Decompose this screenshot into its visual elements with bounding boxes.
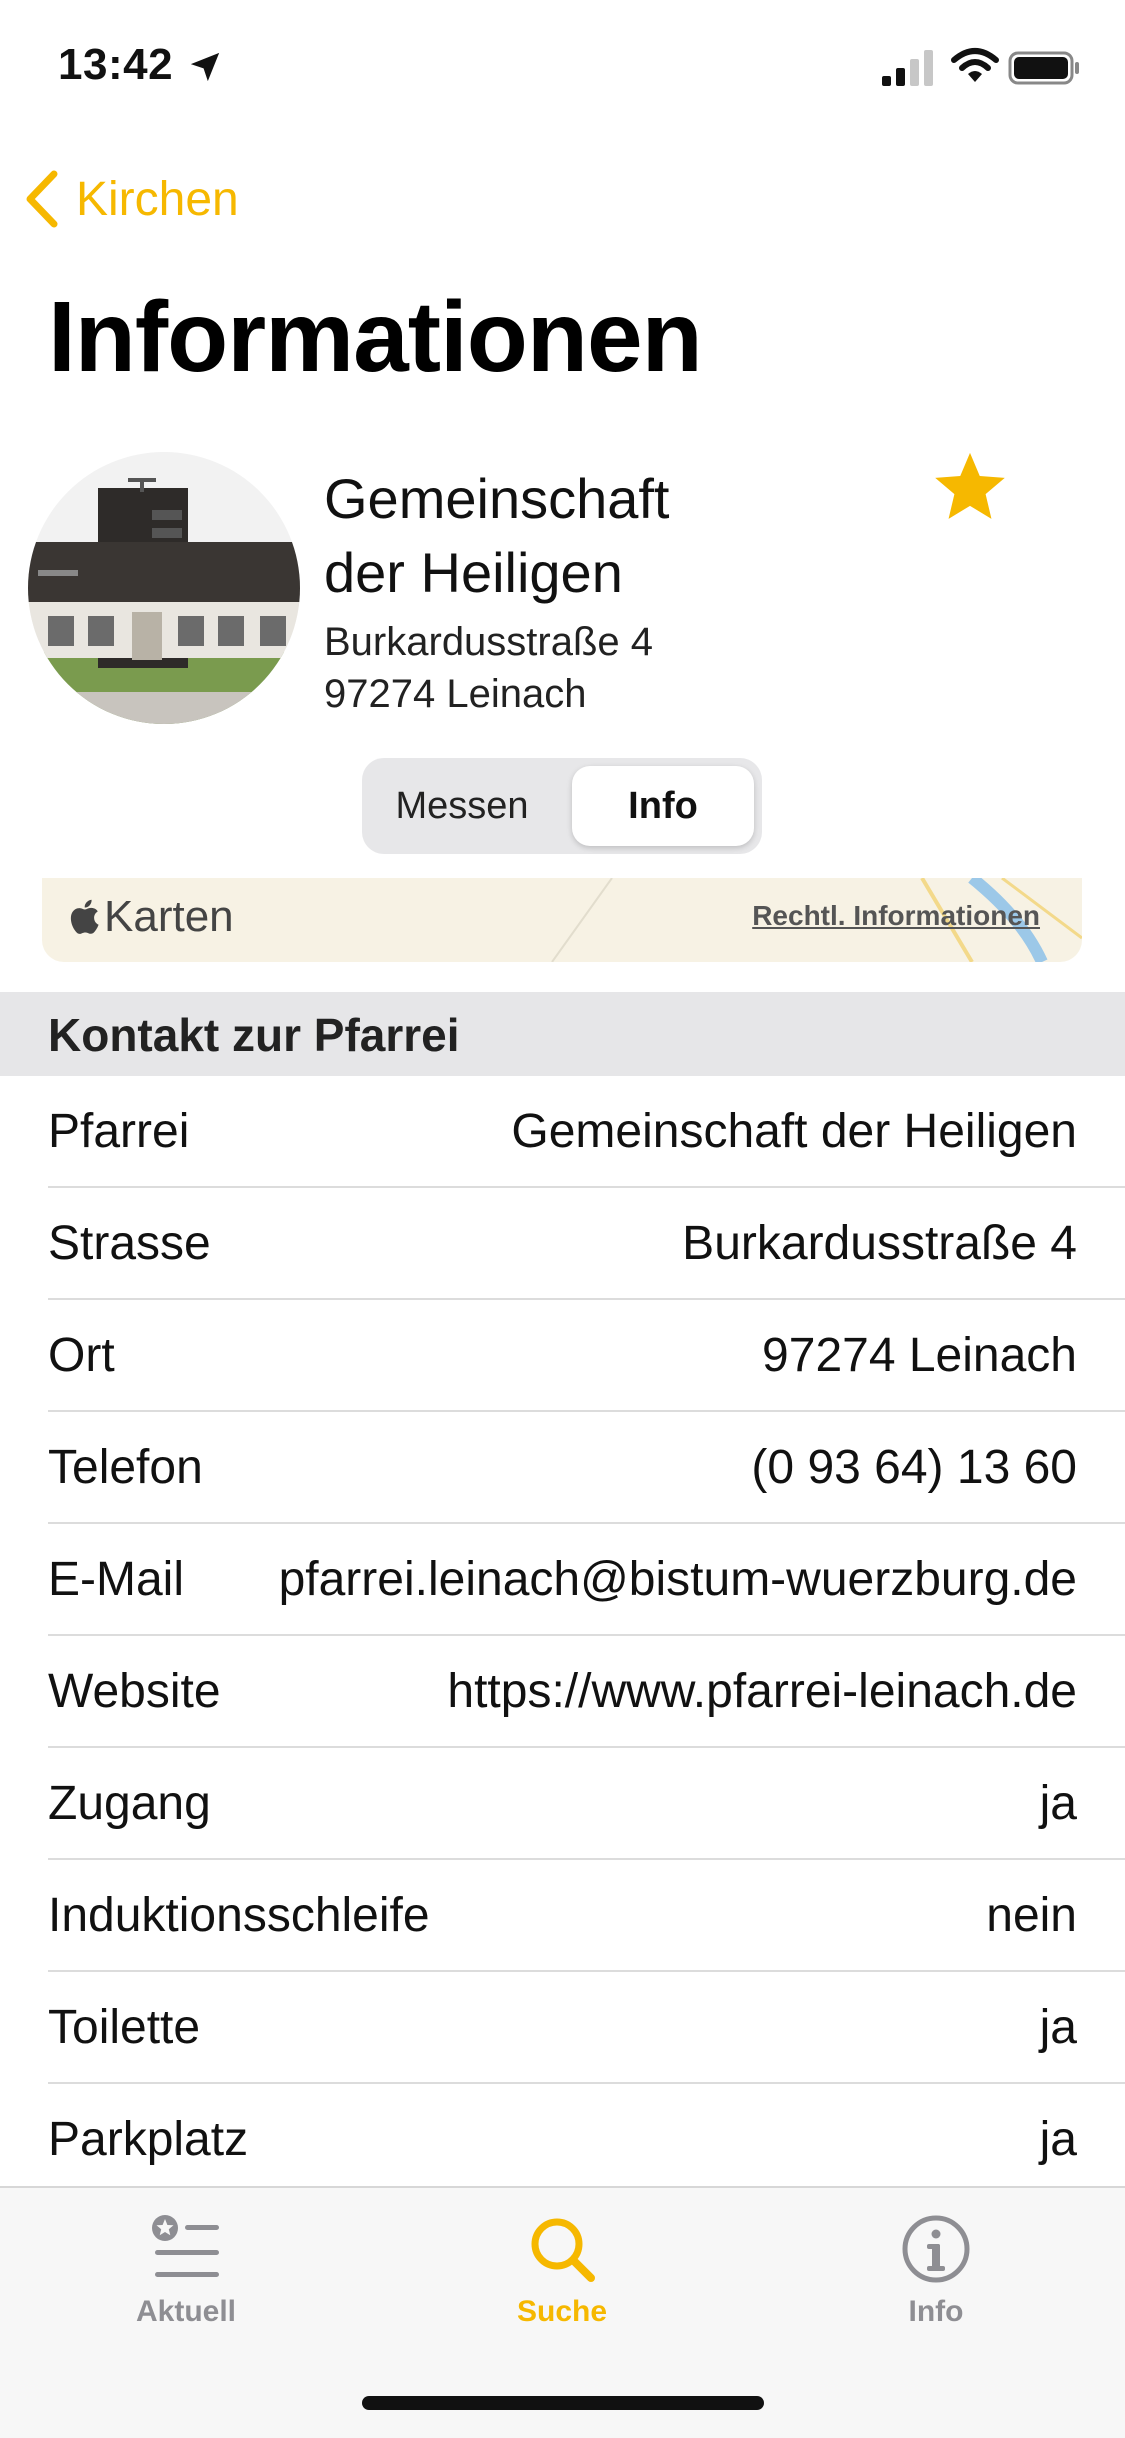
chevron-left-icon <box>26 170 58 228</box>
row-telefon[interactable]: Telefon (0 93 64) 13 60 <box>48 1412 1125 1524</box>
row-strasse: Strasse Burkardusstraße 4 <box>48 1188 1125 1300</box>
church-photo <box>28 452 300 724</box>
row-value: ja <box>1039 2001 1077 2054</box>
row-ort: Ort 97274 Leinach <box>48 1300 1125 1412</box>
tab-label: Info <box>908 2295 964 2328</box>
row-value: Gemeinschaft der Heiligen <box>511 1105 1077 1158</box>
website-link[interactable]: https://www.pfarrei-leinach.de <box>447 1664 1077 1719</box>
status-time: 13:42 <box>58 40 174 89</box>
segmented-control: Messen Info <box>362 758 762 854</box>
page-title: Informationen <box>48 281 703 393</box>
row-value: ja <box>1039 2113 1077 2166</box>
row-label: Website <box>48 1665 221 1718</box>
row-value: nein <box>986 1889 1077 1942</box>
church-city: 97274 Leinach <box>324 672 587 716</box>
tab-label: Aktuell <box>135 2295 237 2328</box>
favorite-star-icon[interactable] <box>930 448 1010 526</box>
row-label: Zugang <box>48 1777 211 1830</box>
row-email[interactable]: E-Mail pfarrei.leinach@bistum-wuerzburg.… <box>48 1524 1125 1636</box>
row-label: Induktionsschleife <box>48 1889 430 1942</box>
row-label: Parkplatz <box>48 2113 249 2166</box>
row-toilette: Toilette ja <box>48 1972 1125 2084</box>
maps-logo: Karten <box>70 892 234 942</box>
search-icon <box>531 2218 595 2282</box>
tab-info[interactable]: Info <box>836 2188 1036 2329</box>
cellular-signal-icon <box>882 50 933 86</box>
church-address: Burkardusstraße 4 97274 Leinach <box>324 616 653 720</box>
row-label: Telefon <box>48 1441 203 1494</box>
home-indicator[interactable] <box>362 2396 764 2410</box>
map-legal-link[interactable]: Rechtl. Informationen <box>752 900 1040 932</box>
church-street: Burkardusstraße 4 <box>324 620 654 664</box>
row-induktionsschleife: Induktionsschleife nein <box>48 1860 1125 1972</box>
email-link[interactable]: pfarrei.leinach@bistum-wuerzburg.de <box>279 1552 1077 1607</box>
row-label: Ort <box>48 1329 115 1382</box>
row-label: Pfarrei <box>48 1105 190 1158</box>
section-header-contact: Kontakt zur Pfarrei <box>48 1009 460 1061</box>
battery-icon <box>1008 51 1079 85</box>
contact-table: Pfarrei Gemeinschaft der Heiligen Strass… <box>0 1076 1125 2196</box>
row-pfarrei: Pfarrei Gemeinschaft der Heiligen <box>48 1076 1125 1188</box>
row-zugang: Zugang ja <box>48 1748 1125 1860</box>
row-label: Toilette <box>48 2001 201 2054</box>
row-label: E-Mail <box>48 1553 185 1606</box>
apple-logo-icon <box>70 899 99 934</box>
back-button[interactable]: Kirchen <box>20 168 239 230</box>
row-parkplatz: Parkplatz ja <box>48 2084 1125 2196</box>
back-button-label: Kirchen <box>76 172 239 226</box>
tab-aktuell[interactable]: Aktuell <box>86 2188 286 2329</box>
location-arrow-icon <box>190 52 220 82</box>
phone-link[interactable]: (0 93 64) 13 60 <box>751 1440 1077 1495</box>
maps-logo-text: Karten <box>104 892 234 941</box>
info-icon <box>902 2215 970 2283</box>
row-label: Strasse <box>48 1217 211 1270</box>
map-view[interactable]: Karten Rechtl. Informationen <box>42 878 1082 962</box>
star-list-icon <box>152 2215 219 2277</box>
tab-label: Suche <box>516 2295 608 2328</box>
tab-suche[interactable]: Suche <box>462 2188 662 2329</box>
row-value: Burkardusstraße 4 <box>682 1217 1077 1270</box>
segment-info[interactable]: Info <box>572 766 754 846</box>
row-value: ja <box>1039 1777 1077 1830</box>
church-name: Gemeinschaft der Heiligen <box>324 467 670 604</box>
wifi-icon <box>951 48 999 82</box>
row-value: 97274 Leinach <box>762 1329 1077 1382</box>
row-website[interactable]: Website https://www.pfarrei-leinach.de <box>48 1636 1125 1748</box>
segment-messen[interactable]: Messen <box>370 766 554 846</box>
